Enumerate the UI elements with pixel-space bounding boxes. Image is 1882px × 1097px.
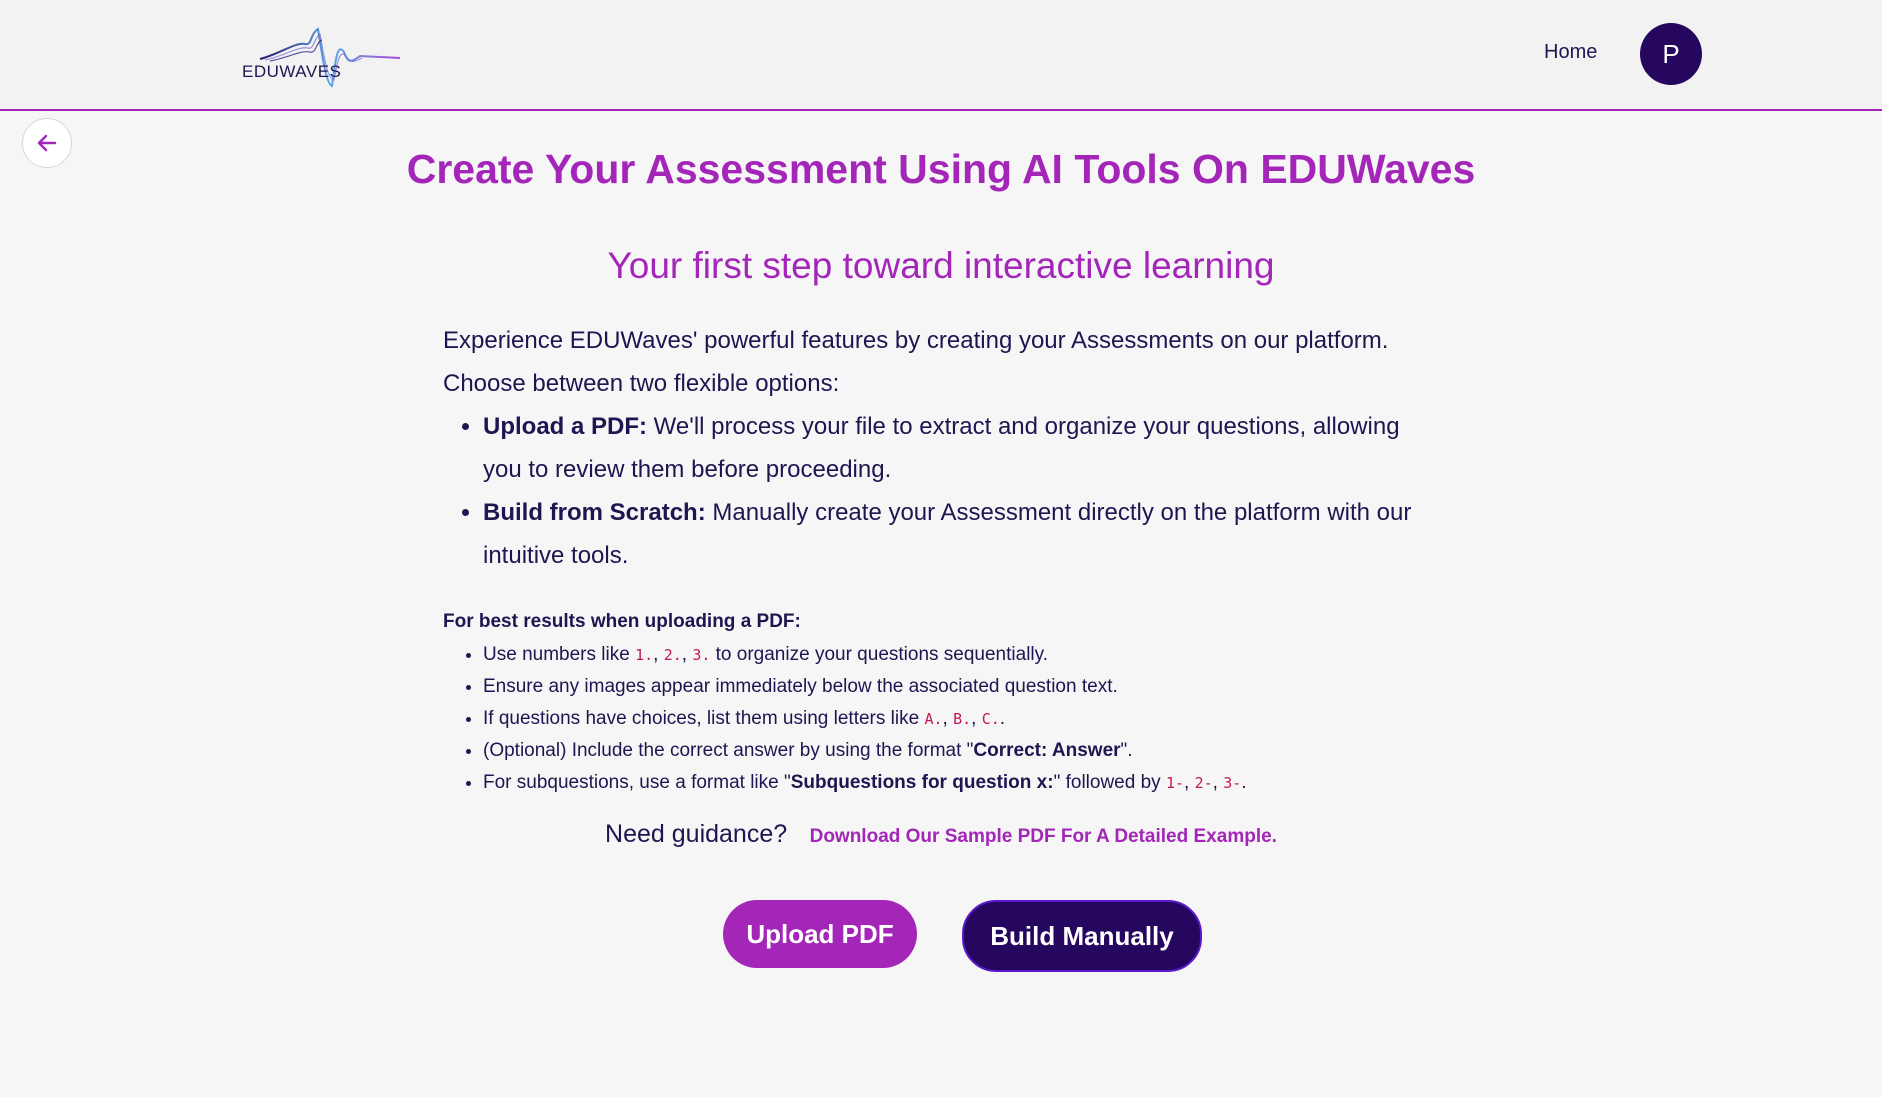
tip-text: If questions have choices, list them usi…	[483, 708, 925, 729]
code-snippet: 1.	[635, 646, 654, 664]
tip-text: " followed by	[1053, 772, 1166, 793]
intro-text: Experience EDUWaves' powerful features b…	[443, 319, 1443, 405]
tip-bold: Correct: Answer	[973, 740, 1121, 761]
intro-line-2: Choose between two flexible options:	[443, 370, 840, 397]
tip-text: to organize your questions sequentially.	[710, 644, 1049, 665]
page-title: Create Your Assessment Using AI Tools On…	[406, 146, 1476, 192]
eduwaves-logo[interactable]: EDUWAVES	[240, 14, 410, 90]
guidance-row: Need guidance? Download Our Sample PDF F…	[0, 820, 1882, 849]
build-manually-label: Build Manually	[990, 920, 1174, 951]
tip-text: (Optional) Include the correct answer by…	[483, 740, 974, 761]
tip-text: ".	[1120, 740, 1133, 761]
tips-title: For best results when uploading a PDF:	[443, 611, 801, 632]
code-snippet: 2-	[1194, 774, 1213, 792]
tip-item: (Optional) Include the correct answer by…	[483, 735, 1443, 767]
tip-text: .	[999, 708, 1006, 729]
upload-pdf-button[interactable]: Upload PDF	[723, 900, 917, 968]
user-avatar[interactable]: P	[1640, 23, 1702, 85]
code-snippet: A.	[924, 710, 943, 728]
code-snippet: 3.	[692, 646, 711, 664]
tip-item: If questions have choices, list them usi…	[483, 703, 1443, 735]
code-snippet: 1-	[1165, 774, 1184, 792]
logo-text: EDUWAVES	[242, 62, 342, 81]
tip-text: For subquestions, use a format like "	[483, 772, 791, 793]
main-content: Experience EDUWaves' powerful features b…	[443, 319, 1443, 799]
tip-item: Ensure any images appear immediately bel…	[483, 671, 1443, 703]
tip-text: Ensure any images appear immediately bel…	[483, 676, 1118, 697]
options-list: Upload a PDF: We'll process your file to…	[443, 405, 1443, 577]
tip-text: Use numbers like	[483, 644, 636, 665]
code-snippet: B.	[953, 710, 972, 728]
code-snippet: 2.	[663, 646, 682, 664]
option-item-scratch: Build from Scratch: Manually create your…	[483, 491, 1443, 577]
intro-line-1: Experience EDUWaves' powerful features b…	[443, 327, 1389, 354]
build-manually-button[interactable]: Build Manually	[962, 900, 1202, 972]
option-label: Upload a PDF:	[483, 413, 648, 440]
nav-home-link[interactable]: Home	[1544, 41, 1597, 64]
code-snippet: C.	[981, 710, 1000, 728]
tip-text: .	[1241, 772, 1247, 793]
tip-item: For subquestions, use a format like "Sub…	[483, 767, 1443, 799]
download-sample-pdf-link[interactable]: Download Our Sample PDF For A Detailed E…	[810, 826, 1277, 847]
page-subtitle: Your first step toward interactive learn…	[607, 245, 1275, 286]
tips-list: Use numbers like 1., 2., 3. to organize …	[443, 639, 1443, 799]
guidance-text: Need guidance?	[605, 820, 788, 848]
avatar-initial: P	[1662, 38, 1680, 69]
code-snippet: 3-	[1223, 774, 1242, 792]
tip-item: Use numbers like 1., 2., 3. to organize …	[483, 639, 1443, 671]
option-label: Build from Scratch:	[483, 499, 706, 526]
option-item-upload: Upload a PDF: We'll process your file to…	[483, 405, 1443, 491]
upload-pdf-label: Upload PDF	[746, 918, 894, 949]
top-navbar: EDUWAVES Home P	[0, 0, 1882, 111]
tip-bold: Subquestions for question x:	[790, 772, 1054, 793]
